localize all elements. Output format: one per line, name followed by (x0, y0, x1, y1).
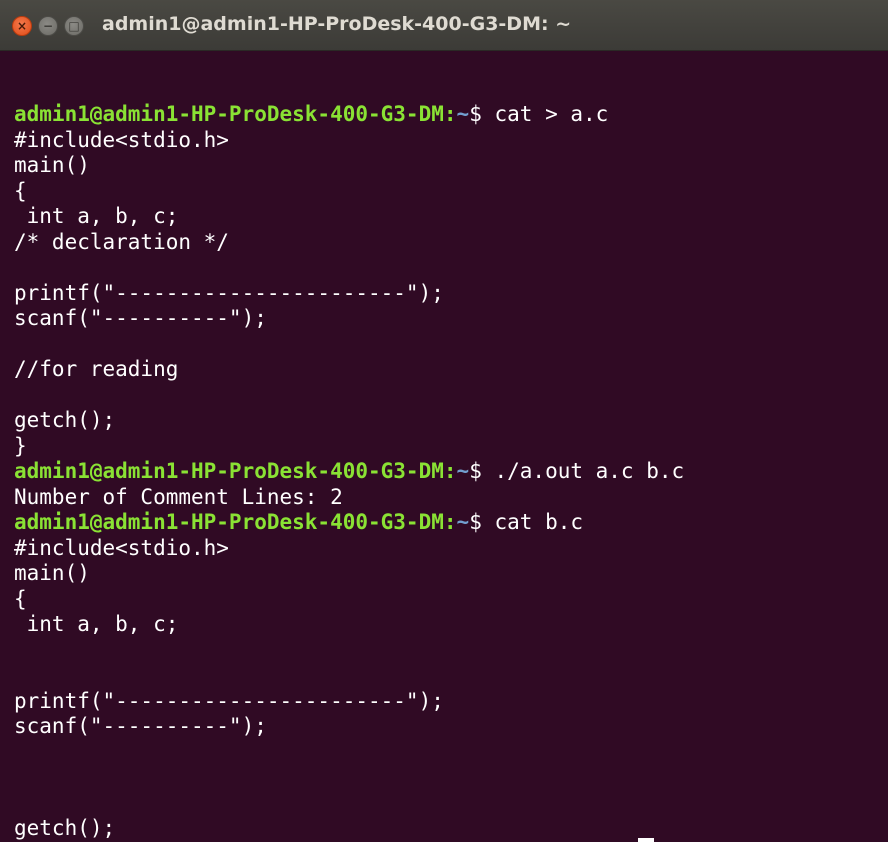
output-line: int a, b, c; (14, 204, 179, 228)
output-line: scanf("----------"); (14, 714, 267, 738)
prompt-user-host: admin1@admin1-HP-ProDesk-400-G3-DM (14, 510, 444, 534)
output-line: { (14, 178, 27, 203)
output-line: scanf("----------"); (14, 306, 267, 330)
prompt-user-host: admin1@admin1-HP-ProDesk-400-G3-DM (14, 102, 444, 126)
output-line: getch(); (14, 816, 116, 840)
output-line: { (14, 586, 27, 611)
prompt-colon: : (443, 459, 457, 483)
output-line: //for reading (14, 357, 179, 381)
maximize-window-button[interactable]: □ (64, 16, 84, 36)
close-window-button[interactable]: × (12, 16, 32, 36)
output-line: } (14, 433, 27, 458)
output-line: int a, b, c; (14, 612, 179, 636)
prompt-colon: : (443, 102, 457, 126)
output-line: getch(); (14, 408, 116, 432)
prompt-path: ~ (456, 510, 470, 534)
prompt-line: admin1@admin1-HP-ProDesk-400-G3-DM:~$ ca… (14, 510, 888, 536)
output-line: /* declaration */ (14, 229, 229, 254)
output-line: printf("-----------------------"); (14, 280, 444, 305)
prompt-symbol: $ (469, 459, 482, 483)
window-title: admin1@admin1-HP-ProDesk-400-G3-DM: ~ (102, 13, 572, 35)
prompt-line: admin1@admin1-HP-ProDesk-400-G3-DM:~$ ca… (14, 102, 888, 128)
output-line: #include<stdio.h> (14, 535, 229, 560)
output-line: printf("-----------------------"); (14, 688, 444, 713)
prompt-colon: : (443, 510, 457, 534)
prompt-symbol: $ (469, 102, 482, 126)
minimize-window-button[interactable]: − (38, 16, 58, 36)
prompt-symbol: $ (469, 510, 482, 534)
output-line: Number of Comment Lines: 2 (14, 484, 343, 509)
output-line: main() (14, 561, 90, 585)
command-text: cat b.c (494, 510, 584, 534)
terminal-output[interactable]: admin1@admin1-HP-ProDesk-400-G3-DM:~$ ca… (14, 51, 888, 842)
title-bar[interactable]: × − □ admin1@admin1-HP-ProDesk-400-G3-DM… (0, 0, 888, 51)
terminal-window: × − □ admin1@admin1-HP-ProDesk-400-G3-DM… (0, 0, 888, 842)
command-text: ./a.out a.c b.c (494, 459, 685, 483)
minimize-icon: − (42, 19, 54, 33)
prompt-path: ~ (456, 102, 470, 126)
text-cursor (638, 838, 654, 842)
close-icon: × (16, 19, 28, 33)
prompt-user-host: admin1@admin1-HP-ProDesk-400-G3-DM (14, 459, 444, 483)
prompt-path: ~ (456, 459, 470, 483)
command-text: cat > a.c (494, 102, 609, 126)
maximize-icon: □ (68, 19, 80, 33)
output-line: main() (14, 153, 90, 177)
output-line: #include<stdio.h> (14, 127, 229, 152)
prompt-line: admin1@admin1-HP-ProDesk-400-G3-DM:~$ ./… (14, 459, 888, 485)
